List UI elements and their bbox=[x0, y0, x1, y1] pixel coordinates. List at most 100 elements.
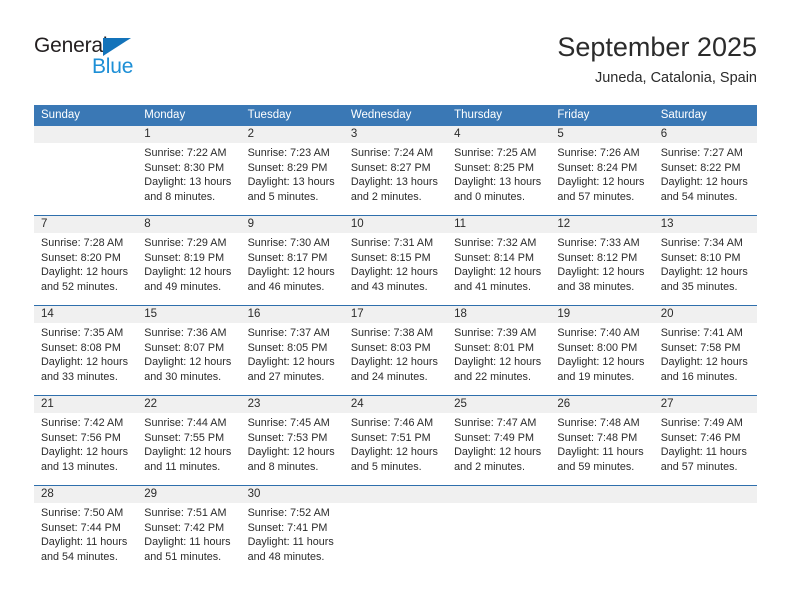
calendar-page: General Blue September 2025 Juneda, Cata… bbox=[0, 0, 792, 612]
day-number[interactable]: 18 bbox=[447, 306, 550, 323]
day-info-line: Sunset: 7:41 PM bbox=[247, 521, 328, 534]
week-body-row: Sunrise: 7:50 AM Sunset: 7:44 PM Daylight:… bbox=[34, 503, 757, 575]
day-cell[interactable]: Sunrise: 7:28 AM Sunset: 8:20 PM Daylight:… bbox=[34, 233, 137, 305]
day-info-line: Sunrise: 7:35 AM bbox=[41, 327, 124, 339]
day-number[interactable]: 25 bbox=[447, 396, 550, 413]
day-number[interactable]: 14 bbox=[34, 306, 137, 323]
day-cell[interactable]: Sunrise: 7:42 AM Sunset: 7:56 PM Daylight:… bbox=[34, 413, 137, 485]
day-info-line: and 46 minutes. bbox=[247, 280, 325, 293]
day-number[interactable]: 30 bbox=[241, 486, 344, 503]
day-number[interactable]: 15 bbox=[137, 306, 240, 323]
day-number[interactable]: 13 bbox=[654, 216, 757, 233]
day-cell[interactable]: Sunrise: 7:41 AM Sunset: 7:58 PM Daylight:… bbox=[654, 323, 757, 395]
day-cell[interactable]: Sunrise: 7:48 AM Sunset: 7:48 PM Daylight:… bbox=[550, 413, 653, 485]
day-number[interactable]: 19 bbox=[550, 306, 653, 323]
day-number[interactable]: 23 bbox=[241, 396, 344, 413]
day-info-line: Daylight: 11 hours bbox=[144, 536, 231, 549]
day-number[interactable]: 10 bbox=[344, 216, 447, 233]
day-cell[interactable]: Sunrise: 7:51 AM Sunset: 7:42 PM Daylight:… bbox=[137, 503, 240, 575]
day-number[interactable]: 4 bbox=[447, 126, 550, 143]
day-number[interactable]: 7 bbox=[34, 216, 137, 233]
day-number[interactable]: 2 bbox=[241, 126, 344, 143]
day-info-line: Sunrise: 7:32 AM bbox=[454, 237, 537, 249]
day-info-line: Daylight: 11 hours bbox=[660, 446, 747, 459]
day-cell[interactable]: Sunrise: 7:52 AM Sunset: 7:41 PM Daylight:… bbox=[241, 503, 344, 575]
day-number[interactable]: 22 bbox=[137, 396, 240, 413]
day-number[interactable]: 29 bbox=[137, 486, 240, 503]
day-cell[interactable]: Sunrise: 7:31 AM Sunset: 8:15 PM Daylight:… bbox=[344, 233, 447, 305]
week-body-row: Sunrise: 7:35 AM Sunset: 8:08 PM Daylight:… bbox=[34, 323, 757, 395]
day-cell[interactable]: Sunrise: 7:34 AM Sunset: 8:10 PM Daylight:… bbox=[654, 233, 757, 305]
day-cell[interactable]: Sunrise: 7:45 AM Sunset: 7:53 PM Daylight:… bbox=[241, 413, 344, 485]
day-cell[interactable]: Sunrise: 7:47 AM Sunset: 7:49 PM Daylight:… bbox=[447, 413, 550, 485]
weekday-header-tuesday: Tuesday bbox=[247, 109, 292, 121]
day-number[interactable]: 11 bbox=[447, 216, 550, 233]
day-cell[interactable]: Sunrise: 7:44 AM Sunset: 7:55 PM Daylight:… bbox=[137, 413, 240, 485]
day-info-line: Daylight: 12 hours bbox=[144, 446, 232, 459]
day-number[interactable]: 9 bbox=[241, 216, 344, 233]
day-info-line: and 57 minutes. bbox=[660, 460, 738, 473]
day-info-line: Sunrise: 7:26 AM bbox=[557, 147, 640, 159]
day-info-line: Sunset: 8:30 PM bbox=[144, 161, 225, 174]
day-cell[interactable]: Sunrise: 7:38 AM Sunset: 8:03 PM Daylight:… bbox=[344, 323, 447, 395]
day-cell[interactable]: Sunrise: 7:26 AM Sunset: 8:24 PM Daylight:… bbox=[550, 143, 653, 215]
day-cell[interactable]: Sunrise: 7:37 AM Sunset: 8:05 PM Daylight:… bbox=[241, 323, 344, 395]
day-number[interactable]: 8 bbox=[137, 216, 240, 233]
day-info-line: Daylight: 12 hours bbox=[41, 266, 129, 279]
day-cell[interactable]: Sunrise: 7:27 AM Sunset: 8:22 PM Daylight:… bbox=[654, 143, 757, 215]
day-number[interactable]: 6 bbox=[654, 126, 757, 143]
day-cell[interactable]: Sunrise: 7:46 AM Sunset: 7:51 PM Daylight:… bbox=[344, 413, 447, 485]
day-info-line: and 57 minutes. bbox=[557, 190, 635, 203]
day-cell[interactable]: Sunrise: 7:36 AM Sunset: 8:07 PM Daylight:… bbox=[137, 323, 240, 395]
day-info-line: Sunset: 8:15 PM bbox=[350, 251, 431, 264]
day-number[interactable]: 28 bbox=[34, 486, 137, 503]
day-number[interactable]: 17 bbox=[344, 306, 447, 323]
day-number[interactable]: 3 bbox=[344, 126, 447, 143]
day-cell[interactable]: Sunrise: 7:23 AM Sunset: 8:29 PM Daylight:… bbox=[241, 143, 344, 215]
day-cell[interactable]: Sunrise: 7:39 AM Sunset: 8:01 PM Daylight:… bbox=[447, 323, 550, 395]
day-info-line: and 27 minutes. bbox=[247, 370, 325, 383]
day-cell[interactable]: Sunrise: 7:40 AM Sunset: 8:00 PM Daylight:… bbox=[550, 323, 653, 395]
day-number[interactable]: 1 bbox=[137, 126, 240, 143]
day-info-line: Daylight: 12 hours bbox=[41, 446, 129, 459]
empty-day-cell bbox=[344, 503, 447, 575]
day-number[interactable]: 24 bbox=[344, 396, 447, 413]
day-cell[interactable]: Sunrise: 7:32 AM Sunset: 8:14 PM Daylight:… bbox=[447, 233, 550, 305]
day-info-line: Sunrise: 7:27 AM bbox=[660, 147, 743, 159]
day-info-line: Sunset: 8:29 PM bbox=[247, 161, 328, 174]
day-cell[interactable]: Sunrise: 7:33 AM Sunset: 8:12 PM Daylight:… bbox=[550, 233, 653, 305]
day-info-line: and 52 minutes. bbox=[41, 280, 118, 293]
logo-text-blue: Blue bbox=[92, 55, 134, 78]
day-cell[interactable]: Sunrise: 7:30 AM Sunset: 8:17 PM Daylight:… bbox=[241, 233, 344, 305]
day-info-line: and 38 minutes. bbox=[557, 280, 635, 293]
day-cell[interactable]: Sunrise: 7:35 AM Sunset: 8:08 PM Daylight:… bbox=[34, 323, 137, 395]
day-number[interactable]: 5 bbox=[550, 126, 653, 143]
day-info-line: Sunset: 7:53 PM bbox=[247, 431, 328, 444]
day-info-line: Sunset: 7:58 PM bbox=[660, 341, 741, 354]
day-number[interactable]: 26 bbox=[550, 396, 653, 413]
day-cell[interactable]: Sunrise: 7:24 AM Sunset: 8:27 PM Daylight:… bbox=[344, 143, 447, 215]
day-info-line: Sunset: 7:42 PM bbox=[144, 521, 225, 534]
day-number[interactable]: 20 bbox=[654, 306, 757, 323]
day-cell[interactable]: Sunrise: 7:22 AM Sunset: 8:30 PM Daylight:… bbox=[137, 143, 240, 215]
day-cell[interactable]: Sunrise: 7:50 AM Sunset: 7:44 PM Daylight:… bbox=[34, 503, 137, 575]
day-info-line: Sunrise: 7:41 AM bbox=[660, 327, 743, 339]
day-number[interactable]: 16 bbox=[241, 306, 344, 323]
weekday-header-wednesday: Wednesday bbox=[350, 109, 412, 121]
day-info-line: Daylight: 11 hours bbox=[557, 446, 644, 459]
day-number[interactable]: 12 bbox=[550, 216, 653, 233]
day-cell[interactable]: Sunrise: 7:25 AM Sunset: 8:25 PM Daylight:… bbox=[447, 143, 550, 215]
day-info-line: Daylight: 12 hours bbox=[247, 266, 335, 279]
day-cell[interactable]: Sunrise: 7:29 AM Sunset: 8:19 PM Daylight:… bbox=[137, 233, 240, 305]
day-cell[interactable]: Sunrise: 7:49 AM Sunset: 7:46 PM Daylight:… bbox=[654, 413, 757, 485]
day-info-line: Sunrise: 7:25 AM bbox=[454, 147, 537, 159]
day-info-line: Daylight: 12 hours bbox=[144, 266, 232, 279]
day-info-line: and 13 minutes. bbox=[41, 460, 118, 473]
day-info-line: Sunrise: 7:40 AM bbox=[557, 327, 640, 339]
day-info-line: Daylight: 11 hours bbox=[247, 536, 334, 549]
week-body-row: Sunrise: 7:22 AM Sunset: 8:30 PM Daylight:… bbox=[34, 143, 757, 215]
day-info-line: Sunset: 8:07 PM bbox=[144, 341, 225, 354]
day-number[interactable]: 21 bbox=[34, 396, 137, 413]
day-number[interactable]: 27 bbox=[654, 396, 757, 413]
day-info-line: and 24 minutes. bbox=[350, 370, 428, 383]
